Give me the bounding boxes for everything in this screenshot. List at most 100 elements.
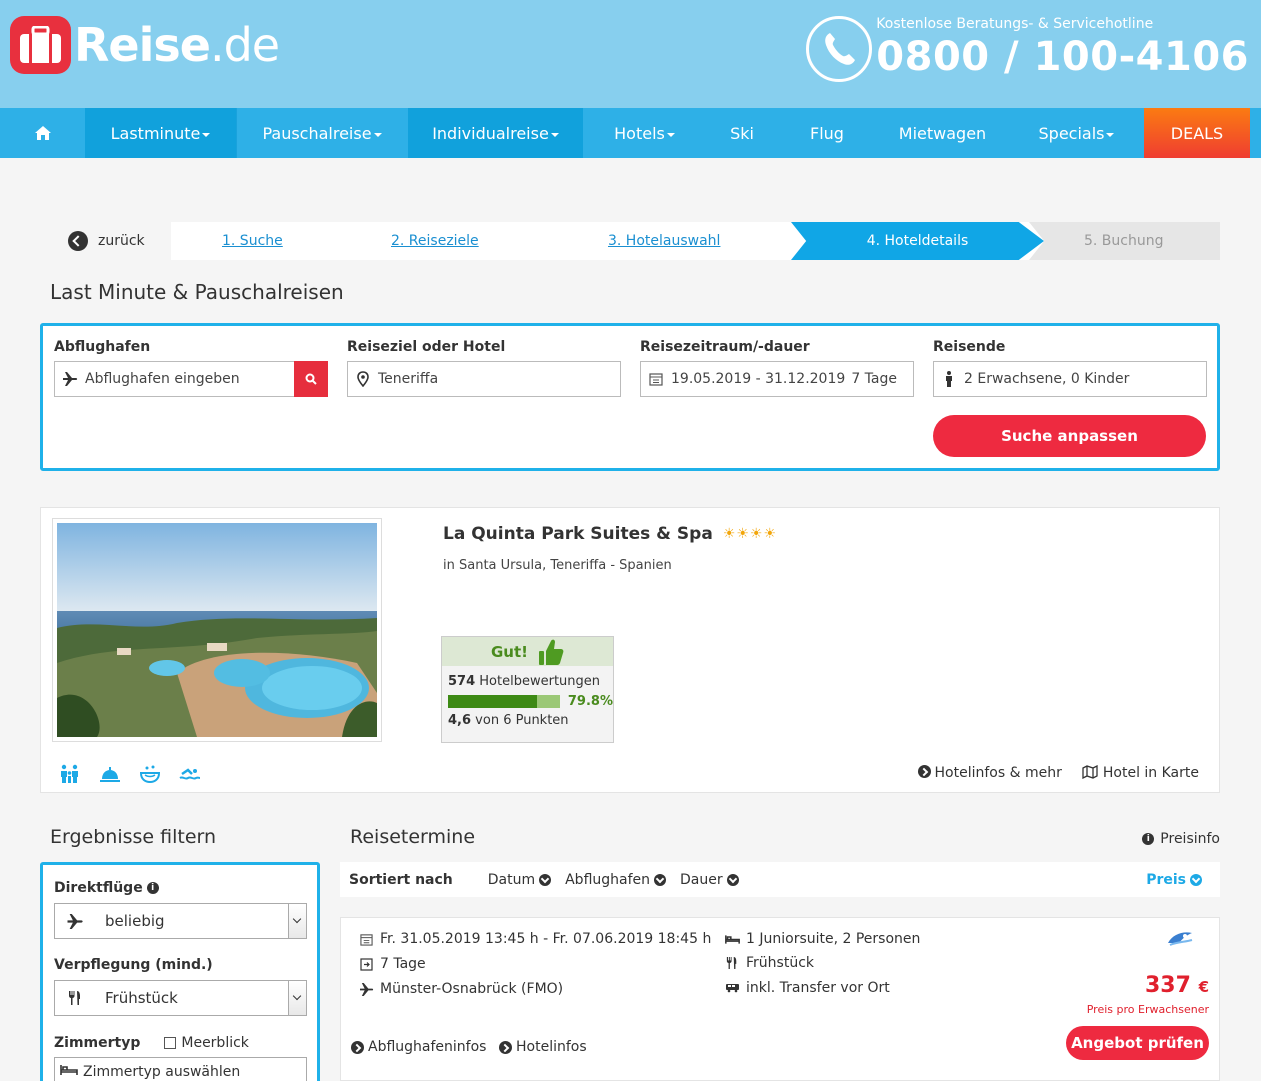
- filter-panel: Direktflüge i beliebig Verpflegung (mind.…: [40, 862, 320, 1081]
- hotel-name: La Quinta Park Suites & Spa ☀☀☀☀: [443, 524, 778, 544]
- search-panel: Abflughafen Abflughafen eingeben Reisezi…: [40, 323, 1220, 471]
- reviews-count: 574: [448, 674, 476, 689]
- step-hotel-selection[interactable]: 3. Hotelauswahl: [608, 222, 720, 260]
- sorted-by-label: Sortiert nach: [349, 871, 453, 888]
- nav-individualreise[interactable]: Individualreise: [408, 108, 583, 158]
- seaview-checkbox[interactable]: [164, 1037, 177, 1049]
- hotline-number[interactable]: 0800 / 100-4106: [876, 34, 1249, 80]
- offer-board: Frühstück: [746, 955, 814, 971]
- plane-icon: [55, 913, 95, 929]
- duration-icon: [358, 957, 374, 971]
- nav-lastminute[interactable]: Lastminute: [85, 108, 236, 158]
- step-search[interactable]: 1. Suche: [222, 222, 283, 260]
- nav-pauschalreise[interactable]: Pauschalreise: [236, 108, 408, 158]
- board-label: Verpflegung (mind.): [54, 957, 213, 973]
- thumbs-up-icon: [539, 639, 564, 665]
- departure-field: Abflughafen Abflughafen eingeben: [54, 339, 328, 397]
- cutlery-icon: [724, 956, 740, 970]
- home-icon: [34, 126, 51, 140]
- chevron-down-icon: [1190, 873, 1202, 886]
- travelers-input[interactable]: 2 Erwachsene, 0 Kinder: [933, 361, 1207, 397]
- step-hotel-details: 4. Hoteldetails: [791, 222, 1044, 260]
- sort-airport[interactable]: Abflughafen: [565, 872, 667, 888]
- suitcase-icon: [10, 16, 71, 74]
- offer-room: 1 Juniorsuite, 2 Personen: [746, 931, 921, 947]
- chevron-right-icon: [499, 1040, 512, 1054]
- nav-mietwagen[interactable]: Mietwagen: [876, 108, 1009, 158]
- offer-transfer: inkl. Transfer vor Ort: [746, 980, 890, 996]
- back-button[interactable]: zurück: [68, 222, 145, 260]
- logo[interactable]: Reise.de: [10, 16, 280, 74]
- check-offer-button[interactable]: Angebot prüfen: [1066, 1026, 1209, 1060]
- nav-deals[interactable]: DEALS: [1144, 108, 1250, 158]
- direct-flights-label: Direktflüge: [54, 880, 143, 896]
- chevron-down-icon: [726, 873, 739, 886]
- offer-card: Fr. 31.05.2019 13:45 h - Fr. 07.06.2019 …: [340, 917, 1220, 1081]
- step-destinations[interactable]: 2. Reiseziele: [391, 222, 479, 260]
- nav-specials[interactable]: Specials: [1009, 108, 1144, 158]
- seaview-label: Meerblick: [181, 1035, 249, 1051]
- hotline[interactable]: Kostenlose Beratungs- & Servicehotline 0…: [806, 14, 1249, 82]
- chevron-down-icon: [654, 873, 667, 886]
- chevron-right-icon: [351, 1040, 364, 1054]
- travelers-field: Reisende 2 Erwachsene, 0 Kinder: [933, 339, 1207, 397]
- map-pin-icon: [354, 371, 372, 387]
- offer-dates: Fr. 31.05.2019 13:45 h - Fr. 07.06.2019 …: [380, 931, 712, 947]
- period-input[interactable]: 19.05.2019 - 31.12.2019 7 Tage: [640, 361, 914, 397]
- phone-icon: [806, 16, 873, 82]
- amenity-icons: [59, 764, 203, 784]
- offer-price: 337 €: [1144, 973, 1209, 998]
- calendar-icon: [647, 372, 665, 386]
- filter-title: Ergebnisse filtern: [50, 826, 217, 848]
- person-icon: [940, 371, 958, 387]
- nav-flug[interactable]: Flug: [778, 108, 876, 158]
- recommend-percent: 79.8%: [567, 694, 613, 709]
- direct-flights-select[interactable]: beliebig: [54, 903, 307, 939]
- nav-hotels[interactable]: Hotels: [583, 108, 706, 158]
- recommend-bar: [448, 695, 560, 708]
- hotel-map-link[interactable]: Hotel in Karte: [1082, 764, 1199, 781]
- chevron-down-icon: [288, 981, 306, 1015]
- service-bell-icon[interactable]: [99, 764, 123, 784]
- rating-box[interactable]: Gut! 574 Hotelbewertungen 79.8% 4,6 von …: [441, 636, 614, 743]
- adjust-search-button[interactable]: Suche anpassen: [933, 415, 1206, 457]
- board-select[interactable]: Frühstück: [54, 980, 307, 1016]
- room-type-select[interactable]: Zimmertyp auswählen: [54, 1057, 307, 1081]
- family-icon[interactable]: [59, 764, 83, 784]
- hotel-location: in Santa Ursula, Teneriffa - Spanien: [443, 558, 672, 573]
- destination-input[interactable]: Teneriffa: [347, 361, 621, 397]
- booking-steps: zurück 1. Suche 2. Reiseziele 3. Hotelau…: [40, 222, 1220, 260]
- bed-icon: [55, 1064, 83, 1076]
- sort-date[interactable]: Datum: [488, 872, 552, 888]
- offer-hotel-info-link[interactable]: Hotelinfos: [499, 1039, 587, 1055]
- spa-icon[interactable]: [139, 764, 163, 784]
- destination-field: Reiseziel oder Hotel Teneriffa: [347, 339, 621, 397]
- step-booking: 5. Buchung: [1029, 222, 1220, 260]
- hotline-label: Kostenlose Beratungs- & Servicehotline: [876, 16, 1154, 32]
- price-info-link[interactable]: i Preisinfo: [1142, 831, 1220, 847]
- map-icon: [1082, 764, 1098, 780]
- info-icon: i: [1142, 833, 1155, 845]
- info-icon[interactable]: i: [146, 882, 159, 894]
- chevron-down-icon: [288, 904, 306, 938]
- hotel-info-link[interactable]: Hotelinfos & mehr: [917, 765, 1062, 781]
- airport-info-link[interactable]: Abflughafeninfos: [351, 1039, 486, 1055]
- sort-duration[interactable]: Dauer: [680, 872, 739, 888]
- offer-duration: 7 Tage: [380, 956, 426, 972]
- swimming-icon[interactable]: [179, 764, 203, 784]
- sort-bar: Sortiert nach Datum Abflughafen Dauer Pr…: [340, 862, 1220, 897]
- search-icon[interactable]: [294, 361, 328, 397]
- nav-ski[interactable]: Ski: [706, 108, 778, 158]
- chevron-right-icon: [917, 765, 931, 778]
- nav-home[interactable]: [0, 108, 85, 158]
- departure-input[interactable]: Abflughafen eingeben: [54, 361, 328, 397]
- site-header: Reise.de Kostenlose Beratungs- & Service…: [0, 0, 1261, 108]
- calendar-icon: [358, 933, 374, 946]
- offer-airport: Münster-Osnabrück (FMO): [380, 981, 564, 997]
- cutlery-icon: [55, 990, 95, 1006]
- sort-price[interactable]: Preis: [1146, 872, 1202, 888]
- plane-icon: [358, 982, 374, 996]
- rating-score: 4,6: [448, 713, 472, 728]
- logo-text: Reise.de: [74, 18, 280, 72]
- hotel-photo[interactable]: [52, 518, 382, 742]
